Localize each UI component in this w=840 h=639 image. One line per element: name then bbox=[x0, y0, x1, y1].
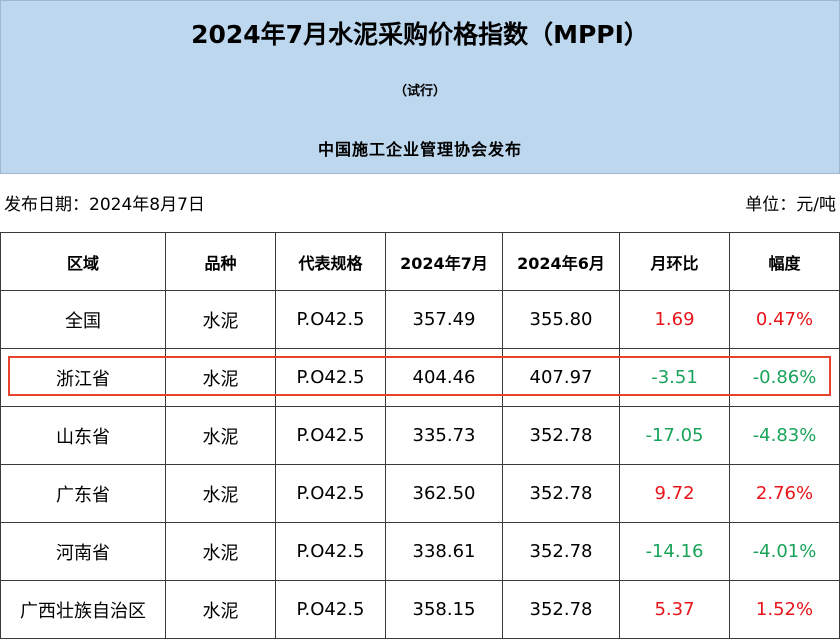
column-header: 2024年6月 bbox=[502, 232, 620, 291]
variety-cell: 水泥 bbox=[165, 464, 276, 523]
jun-price-cell: 352.78 bbox=[502, 406, 620, 465]
table-header-row: 区域 品种 代表规格 2024年7月 2024年6月 月环比 幅度 bbox=[0, 232, 840, 291]
jun-price-cell: 355.80 bbox=[502, 290, 620, 349]
jun-price-cell: 352.78 bbox=[502, 522, 620, 581]
variety-cell: 水泥 bbox=[165, 580, 276, 639]
table-row: 广东省 水泥 P.O42.5 362.50 352.78 9.72 2.76% bbox=[0, 464, 840, 523]
jul-price-cell: 338.61 bbox=[385, 522, 503, 581]
table-row: 广西壮族自治区 水泥 P.O42.5 358.15 352.78 5.37 1.52% bbox=[0, 580, 840, 639]
column-header: 2024年7月 bbox=[385, 232, 503, 291]
jun-price-cell: 352.78 bbox=[502, 580, 620, 639]
spec-cell: P.O42.5 bbox=[275, 406, 386, 465]
region-cell: 河南省 bbox=[0, 522, 166, 581]
jun-price-cell: 407.97 bbox=[502, 348, 620, 407]
variety-cell: 水泥 bbox=[165, 348, 276, 407]
jul-price-cell: 362.50 bbox=[385, 464, 503, 523]
change-pct-cell: -0.86% bbox=[729, 348, 840, 407]
change-pct-cell: -4.83% bbox=[729, 406, 840, 465]
mom-change-cell: -17.05 bbox=[619, 406, 730, 465]
region-cell: 山东省 bbox=[0, 406, 166, 465]
table-row: 河南省 水泥 P.O42.5 338.61 352.78 -14.16 -4.01% bbox=[0, 522, 840, 581]
spec-cell: P.O42.5 bbox=[275, 290, 386, 349]
column-header: 代表规格 bbox=[275, 232, 386, 291]
change-pct-cell: 1.52% bbox=[729, 580, 840, 639]
variety-cell: 水泥 bbox=[165, 522, 276, 581]
mom-change-cell: 1.69 bbox=[619, 290, 730, 349]
change-pct-cell: 2.76% bbox=[729, 464, 840, 523]
region-cell: 浙江省 bbox=[0, 348, 166, 407]
jul-price-cell: 404.46 bbox=[385, 348, 503, 407]
publisher-line: 中国施工企业管理协会发布 bbox=[317, 140, 522, 159]
column-header: 月环比 bbox=[619, 232, 730, 291]
column-header: 幅度 bbox=[729, 232, 840, 291]
jul-price-cell: 335.73 bbox=[385, 406, 503, 465]
region-cell: 全国 bbox=[0, 290, 166, 349]
mom-change-cell: -14.16 bbox=[619, 522, 730, 581]
title-banner: 2024年7月水泥采购价格指数（MPPI） （试行） 中国施工企业管理协会发布 bbox=[0, 0, 840, 174]
mom-change-cell: 9.72 bbox=[619, 464, 730, 523]
table-row: 全国 水泥 P.O42.5 357.49 355.80 1.69 0.47% bbox=[0, 290, 840, 349]
spec-cell: P.O42.5 bbox=[275, 522, 386, 581]
page-title: 2024年7月水泥采购价格指数（MPPI） bbox=[191, 20, 649, 49]
price-index-table: 区域 品种 代表规格 2024年7月 2024年6月 月环比 幅度 全国 水泥 P.… bbox=[0, 232, 840, 639]
table-row: 山东省 水泥 P.O42.5 335.73 352.78 -17.05 -4.83% bbox=[0, 406, 840, 465]
change-pct-cell: -4.01% bbox=[729, 522, 840, 581]
publish-date: 发布日期：2024年8月7日 bbox=[4, 195, 205, 215]
mom-change-cell: -3.51 bbox=[619, 348, 730, 407]
column-header: 区域 bbox=[0, 232, 166, 291]
variety-cell: 水泥 bbox=[165, 290, 276, 349]
page-subtitle: （试行） bbox=[393, 84, 446, 99]
jul-price-cell: 358.15 bbox=[385, 580, 503, 639]
jun-price-cell: 352.78 bbox=[502, 464, 620, 523]
region-cell: 广西壮族自治区 bbox=[0, 580, 166, 639]
unit-label: 单位：元/吨 bbox=[745, 195, 836, 215]
meta-row: 发布日期：2024年8月7日 单位：元/吨 bbox=[0, 186, 840, 220]
spec-cell: P.O42.5 bbox=[275, 348, 386, 407]
table-row: 浙江省 水泥 P.O42.5 404.46 407.97 -3.51 -0.86% bbox=[0, 348, 840, 407]
variety-cell: 水泥 bbox=[165, 406, 276, 465]
mom-change-cell: 5.37 bbox=[619, 580, 730, 639]
change-pct-cell: 0.47% bbox=[729, 290, 840, 349]
jul-price-cell: 357.49 bbox=[385, 290, 503, 349]
spec-cell: P.O42.5 bbox=[275, 464, 386, 523]
spec-cell: P.O42.5 bbox=[275, 580, 386, 639]
region-cell: 广东省 bbox=[0, 464, 166, 523]
column-header: 品种 bbox=[165, 232, 276, 291]
